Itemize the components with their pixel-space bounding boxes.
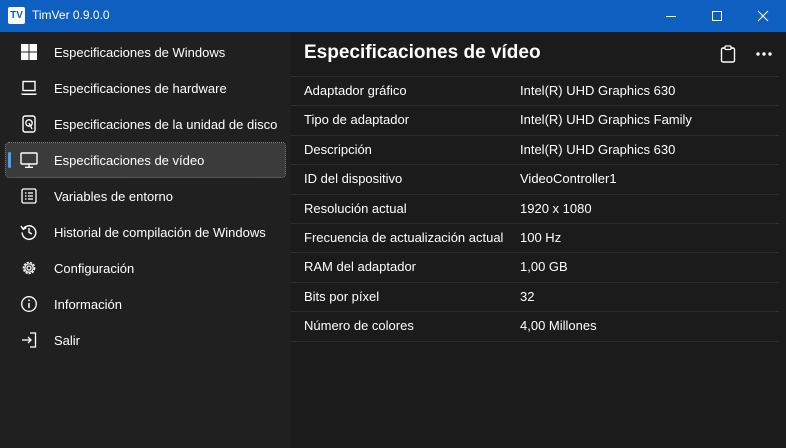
sidebar-item-hardware-specs[interactable]: Especificaciones de hardware bbox=[6, 71, 285, 105]
page-title: Especificaciones de vídeo bbox=[304, 42, 541, 63]
more-dots-icon bbox=[756, 52, 772, 56]
sidebar-item-video-specs[interactable]: Especificaciones de vídeo bbox=[5, 142, 286, 178]
spec-name: Bits por píxel bbox=[304, 288, 380, 304]
table-row[interactable]: Resolución actual 1920 x 1080 bbox=[291, 195, 779, 224]
minimize-button[interactable] bbox=[648, 0, 694, 32]
spec-name: Resolución actual bbox=[304, 200, 407, 216]
sidebar-item-label: Historial de compilación de Windows bbox=[54, 225, 266, 240]
spec-name: Descripción bbox=[304, 141, 372, 157]
sidebar-item-label: Especificaciones de la unidad de disco bbox=[54, 117, 278, 132]
disk-drive-icon bbox=[22, 115, 36, 133]
table-row[interactable]: Frecuencia de actualización actual 100 H… bbox=[291, 224, 779, 254]
sidebar-item-exit[interactable]: Salir bbox=[6, 323, 285, 357]
windows-logo-icon bbox=[21, 44, 37, 60]
sidebar-item-label: Configuración bbox=[54, 261, 135, 276]
spec-value: Intel(R) UHD Graphics Family bbox=[520, 112, 692, 128]
app-icon: TV bbox=[8, 7, 25, 24]
spec-value: 100 Hz bbox=[520, 229, 562, 245]
more-options-button[interactable] bbox=[753, 43, 775, 65]
sidebar-item-build-history[interactable]: Historial de compilación de Windows bbox=[6, 215, 285, 249]
minimize-icon bbox=[666, 16, 676, 17]
spec-name: RAM del adaptador bbox=[304, 259, 417, 275]
video-specs-table: Adaptador gráfico Intel(R) UHD Graphics … bbox=[291, 76, 779, 342]
close-button[interactable] bbox=[740, 0, 786, 32]
table-row[interactable]: Bits por píxel 32 bbox=[291, 283, 779, 313]
spec-value: 4,00 Millones bbox=[520, 318, 597, 334]
sidebar-item-environment-variables[interactable]: Variables de entorno bbox=[6, 179, 285, 213]
spec-value: Intel(R) UHD Graphics 630 bbox=[520, 141, 676, 157]
sidebar-item-label: Especificaciones de vídeo bbox=[54, 153, 205, 168]
table-row[interactable]: ID del dispositivo VideoController1 bbox=[291, 165, 779, 195]
sidebar-item-label: Información bbox=[54, 297, 122, 312]
spec-value: VideoController1 bbox=[520, 171, 617, 187]
sidebar-item-settings[interactable]: Configuración bbox=[6, 251, 285, 285]
gear-icon bbox=[22, 261, 36, 275]
sidebar-item-label: Variables de entorno bbox=[54, 189, 174, 204]
table-row[interactable]: Tipo de adaptador Intel(R) UHD Graphics … bbox=[291, 106, 779, 136]
spec-value: Intel(R) UHD Graphics 630 bbox=[520, 83, 676, 98]
selection-indicator bbox=[8, 152, 11, 168]
table-row[interactable]: Número de colores 4,00 Millones bbox=[291, 312, 779, 342]
info-icon bbox=[21, 296, 37, 312]
title-bar[interactable]: TV TimVer 0.9.0.0 bbox=[0, 0, 786, 32]
spec-name: ID del dispositivo bbox=[304, 171, 403, 187]
sidebar-item-label: Especificaciones de hardware bbox=[54, 81, 227, 96]
table-row[interactable]: Adaptador gráfico Intel(R) UHD Graphics … bbox=[291, 76, 779, 107]
spec-name: Frecuencia de actualización actual bbox=[304, 229, 504, 245]
exit-icon bbox=[22, 332, 37, 348]
main-content: Especificaciones de vídeo Adaptador gráf… bbox=[291, 32, 786, 448]
sidebar-item-label: Salir bbox=[54, 333, 81, 348]
monitor-icon bbox=[20, 152, 38, 168]
sidebar-item-disk-specs[interactable]: Especificaciones de la unidad de disco bbox=[6, 107, 285, 141]
clipboard-icon bbox=[720, 45, 736, 63]
window-title: TimVer 0.9.0.0 bbox=[32, 8, 110, 22]
spec-name: Tipo de adaptador bbox=[304, 112, 410, 128]
sidebar-item-label: Especificaciones de Windows bbox=[54, 45, 226, 60]
table-row[interactable]: RAM del adaptador 1,00 GB bbox=[291, 253, 779, 283]
spec-value: 1920 x 1080 bbox=[520, 200, 592, 216]
sidebar-item-information[interactable]: Información bbox=[6, 287, 285, 321]
spec-value: 32 bbox=[520, 288, 535, 304]
copy-to-clipboard-button[interactable] bbox=[717, 43, 739, 65]
history-icon bbox=[20, 225, 37, 241]
spec-value: 1,00 GB bbox=[520, 259, 568, 275]
maximize-button[interactable] bbox=[694, 0, 740, 32]
laptop-icon bbox=[21, 80, 37, 95]
maximize-icon bbox=[712, 11, 722, 21]
sidebar-nav: Especificaciones de Windows Especificaci… bbox=[0, 32, 291, 448]
table-row[interactable]: Descripción Intel(R) UHD Graphics 630 bbox=[291, 136, 779, 166]
spec-name: Adaptador gráfico bbox=[304, 83, 407, 98]
close-icon bbox=[757, 10, 769, 22]
sidebar-item-windows-specs[interactable]: Especificaciones de Windows bbox=[6, 35, 285, 69]
list-icon bbox=[21, 188, 37, 204]
spec-name: Número de colores bbox=[304, 318, 414, 334]
